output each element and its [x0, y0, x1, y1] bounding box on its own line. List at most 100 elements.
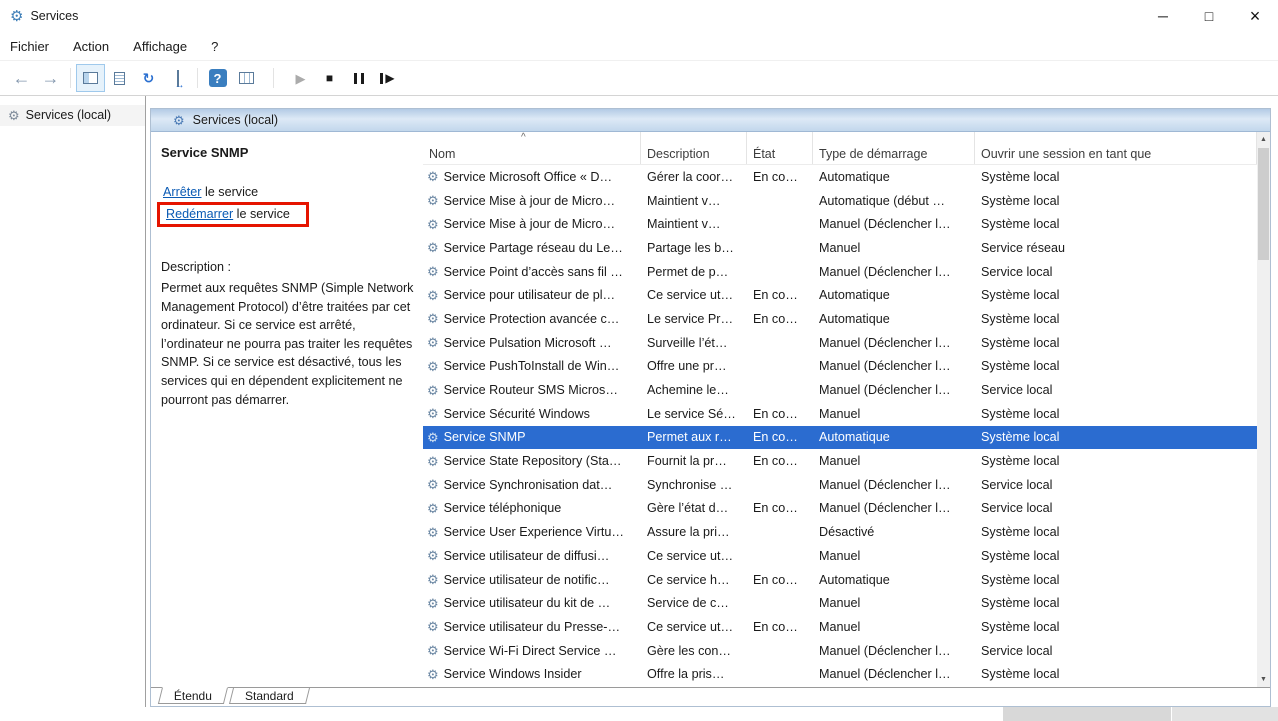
table-row[interactable]: ⚙Service User Experience Virtu…Assure la… [423, 520, 1257, 544]
table-cell: En co… [747, 615, 813, 639]
table-row[interactable]: ⚙Service utilisateur de diffusi…Ce servi… [423, 544, 1257, 568]
restart-service-button[interactable]: ▶ [374, 65, 401, 91]
show-console-tree-button[interactable] [77, 65, 104, 91]
service-gear-icon: ⚙ [427, 265, 439, 278]
refresh-button[interactable]: ↻ [135, 65, 162, 91]
vertical-scrollbar[interactable]: ▲ ▼ [1257, 132, 1270, 687]
table-row[interactable]: ⚙Service téléphoniqueGère l’état d…En co… [423, 497, 1257, 521]
table-row[interactable]: ⚙Service Synchronisation dat…Synchronise… [423, 473, 1257, 497]
toolbar-separator [70, 68, 71, 88]
window-controls: ─ □ × [1140, 0, 1278, 32]
table-cell: Système local [975, 615, 1257, 639]
menu-fichier[interactable]: Fichier [10, 39, 61, 54]
forward-button[interactable]: → [37, 65, 64, 91]
console-tree-icon [83, 72, 98, 84]
table-row[interactable]: ⚙Service Point d’accès sans fil …Permet … [423, 260, 1257, 284]
table-cell [747, 473, 813, 497]
table-cell: Manuel [813, 449, 975, 473]
scroll-up-icon[interactable]: ▲ [1257, 132, 1270, 147]
pause-service-button[interactable] [345, 65, 372, 91]
table-cell: En co… [747, 449, 813, 473]
table-row[interactable]: ⚙Service utilisateur du kit de …Service … [423, 591, 1257, 615]
help-button[interactable]: ? [204, 65, 231, 91]
tab-etendu[interactable]: Étendu [158, 687, 228, 704]
start-service-button[interactable]: ▶ [287, 65, 314, 91]
table-cell: Manuel (Déclencher l… [813, 331, 975, 355]
properties-button[interactable] [106, 65, 133, 91]
main-panel: ⚙ Services (local) Service SNMP Arrêter … [150, 108, 1271, 707]
restart-icon: ▶ [380, 72, 394, 84]
table-cell: Maintient v… [641, 189, 747, 213]
scrollbar-thumb[interactable] [1258, 148, 1269, 260]
table-cell [747, 544, 813, 568]
table-row[interactable]: ⚙Service Routeur SMS Micros…Achemine le…… [423, 378, 1257, 402]
table-row[interactable]: ⚙Service Sécurité WindowsLe service Sé…E… [423, 402, 1257, 426]
table-cell: ⚙Service pour utilisateur de pl… [423, 283, 641, 307]
table-row[interactable]: ⚙Service Microsoft Office « D…Gérer la c… [423, 165, 1257, 189]
table-row[interactable]: ⚙Service pour utilisateur de pl…Ce servi… [423, 283, 1257, 307]
table-cell: Permet de p… [641, 260, 747, 284]
table-cell: ⚙Service Protection avancée c… [423, 307, 641, 331]
scroll-down-icon[interactable]: ▼ [1257, 672, 1270, 687]
services-gear-icon: ⚙ [10, 9, 23, 24]
table-row[interactable]: ⚙Service Partage réseau du Le…Partage le… [423, 236, 1257, 260]
table-row[interactable]: ⚙Service Windows InsiderOffre la pris…Ma… [423, 662, 1257, 686]
table-cell: Système local [975, 189, 1257, 213]
column-header-session[interactable]: Ouvrir une session en tant que [975, 132, 1257, 164]
table-cell: Le service Pr… [641, 307, 747, 331]
table-cell: Achemine le… [641, 378, 747, 402]
table-row[interactable]: ⚙Service Wi-Fi Direct Service …Gère les … [423, 639, 1257, 663]
table-cell: En co… [747, 568, 813, 592]
table-cell: Système local [975, 402, 1257, 426]
table-cell: Automatique [813, 307, 975, 331]
table-cell: Offre la pris… [641, 662, 747, 686]
menu-affichage[interactable]: Affichage [121, 39, 199, 54]
table-row[interactable]: ⚙Service SNMPPermet aux r…En co…Automati… [423, 426, 1257, 450]
table-cell: Permet aux r… [641, 426, 747, 450]
toolbar-separator [197, 68, 198, 88]
table-row[interactable]: ⚙Service Mise à jour de Micro…Maintient … [423, 189, 1257, 213]
table-row[interactable]: ⚙Service utilisateur de notific…Ce servi… [423, 568, 1257, 592]
table-row[interactable]: ⚙Service Mise à jour de Micro…Maintient … [423, 212, 1257, 236]
service-gear-icon: ⚙ [427, 573, 439, 586]
minimize-button[interactable]: ─ [1140, 0, 1186, 32]
column-header-etat[interactable]: État [747, 132, 813, 164]
table-cell: Gérer la coor… [641, 165, 747, 189]
table-cell: Ce service ut… [641, 544, 747, 568]
menu-action[interactable]: Action [61, 39, 121, 54]
menu-help[interactable]: ? [199, 39, 230, 54]
service-gear-icon: ⚙ [427, 597, 439, 610]
table-cell [747, 212, 813, 236]
column-header-nom[interactable]: Nom [423, 132, 641, 164]
export-list-button[interactable]: → [164, 65, 191, 91]
table-cell: Manuel [813, 591, 975, 615]
table-row[interactable]: ⚙Service PushToInstall de Win…Offre une … [423, 355, 1257, 379]
main-wrap: ⚙ Services (local) Service SNMP Arrêter … [146, 96, 1278, 707]
close-button[interactable]: × [1232, 0, 1278, 32]
stop-service-button[interactable]: ■ [316, 65, 343, 91]
restart-service-link[interactable]: Redémarrer [166, 207, 233, 221]
table-cell: Ce service h… [641, 568, 747, 592]
table-cell: ⚙Service PushToInstall de Win… [423, 355, 641, 379]
table-row[interactable]: ⚙Service Protection avancée c…Le service… [423, 307, 1257, 331]
services-gear-icon: ⚙ [173, 114, 185, 127]
tree-item-services-local[interactable]: ⚙ Services (local) [0, 105, 145, 126]
table-cell: Surveille l’ét… [641, 331, 747, 355]
tab-standard[interactable]: Standard [229, 688, 310, 704]
table-cell: ⚙Service Sécurité Windows [423, 402, 641, 426]
table-row[interactable]: ⚙Service Pulsation Microsoft …Surveille … [423, 331, 1257, 355]
table-cell [747, 331, 813, 355]
table-cell: Service de c… [641, 591, 747, 615]
table-cell: Manuel [813, 615, 975, 639]
table-row[interactable]: ⚙Service utilisateur du Presse-…Ce servi… [423, 615, 1257, 639]
stop-service-link[interactable]: Arrêter [163, 185, 202, 199]
table-row[interactable]: ⚙Service State Repository (Sta…Fournit l… [423, 449, 1257, 473]
column-header-description[interactable]: Description [641, 132, 747, 164]
view-options-button[interactable] [233, 65, 260, 91]
maximize-button[interactable]: □ [1186, 0, 1232, 32]
column-header-type-demarrage[interactable]: Type de démarrage [813, 132, 975, 164]
app-body: ⚙ Services (local) ⚙ Services (local) Se… [0, 96, 1278, 707]
back-button[interactable]: ← [8, 65, 35, 91]
table-cell [747, 378, 813, 402]
table-cell: Manuel (Déclencher l… [813, 473, 975, 497]
